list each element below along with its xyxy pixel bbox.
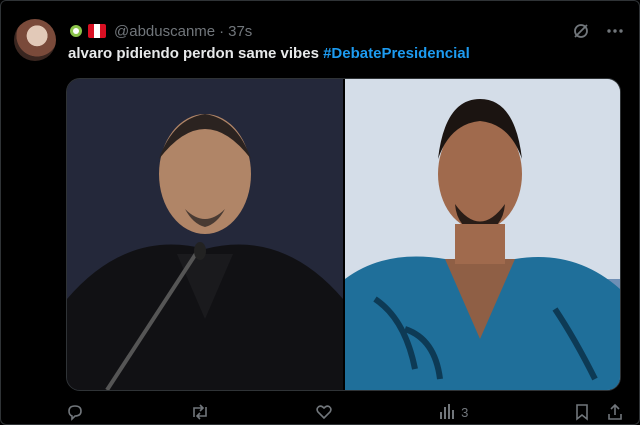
media-image-right[interactable] — [345, 79, 620, 390]
more-icon[interactable] — [606, 22, 624, 40]
avatar[interactable] — [14, 19, 56, 61]
tweet-action-bar: 3 — [66, 402, 624, 422]
tweet-body: alvaro pidiendo perdon same vibes — [68, 45, 319, 62]
separator-dot: · — [219, 22, 225, 40]
media-image-left[interactable] — [67, 79, 343, 390]
man-on-stage-illustration — [67, 79, 343, 390]
share-button[interactable] — [606, 403, 624, 421]
views-count: 3 — [461, 404, 469, 420]
views-icon — [440, 404, 455, 419]
tweet-media[interactable] — [66, 78, 621, 391]
retweet-button[interactable] — [190, 403, 210, 421]
tweet-time[interactable]: 37s — [228, 23, 252, 40]
views-button[interactable]: 3 — [439, 403, 468, 421]
tweet-top-actions — [572, 22, 624, 40]
tweet-header: @abduscanme · 37s — [68, 21, 252, 41]
peru-flag-icon — [88, 24, 106, 38]
grok-icon[interactable] — [572, 22, 590, 40]
reply-icon — [68, 405, 82, 421]
action-group-right — [574, 403, 624, 421]
retweet-icon — [192, 404, 207, 420]
bookmark-icon — [576, 404, 588, 421]
reply-button[interactable] — [66, 403, 84, 421]
share-icon — [608, 403, 622, 420]
like-icon — [316, 405, 333, 420]
badge-icon — [70, 25, 82, 37]
tweet-text: alvaro pidiendo perdon same vibes #Debat… — [68, 45, 470, 62]
like-button[interactable] — [315, 403, 333, 421]
hashtag-link[interactable]: #DebatePresidencial — [323, 45, 470, 62]
man-blue-jacket-illustration — [345, 79, 620, 390]
user-handle[interactable]: @abduscanme — [114, 23, 215, 40]
bookmark-button[interactable] — [574, 403, 590, 421]
